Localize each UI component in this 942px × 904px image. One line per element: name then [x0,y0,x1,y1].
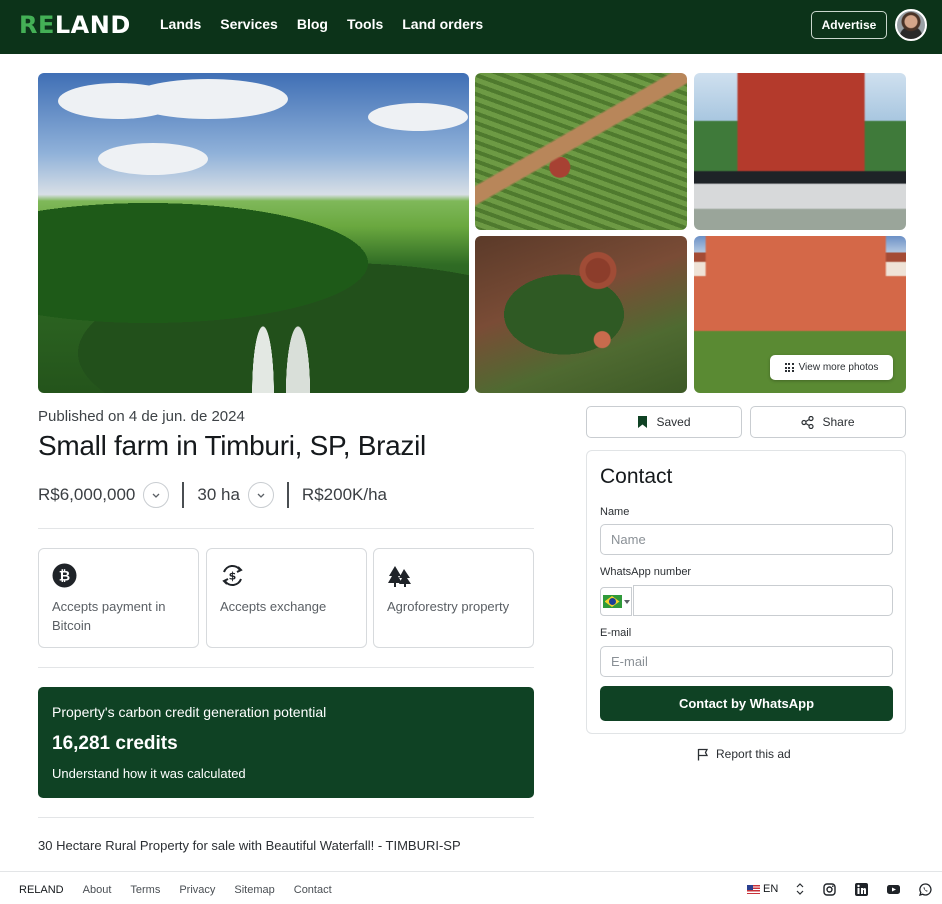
whatsapp-icon[interactable] [919,883,932,896]
contact-heading: Contact [600,465,673,488]
email-input[interactable]: E-mail [600,646,893,677]
svg-text:₿: ₿ [59,569,70,585]
main-nav: Lands Services Blog Tools Land orders [160,16,502,32]
carbon-credit-card: Property's carbon credit generation pote… [38,687,534,798]
whatsapp-label: WhatsApp number [600,566,692,578]
footer: RELAND About Terms Privacy Sitemap Conta… [0,871,942,904]
brazil-flag-icon [602,595,622,608]
carbon-credits-value: 16,281 credits [52,733,178,754]
user-avatar[interactable] [895,9,927,41]
listing-stats: R$6,000,000 30 ha R$200K/ha [38,481,387,509]
bookmark-icon [638,416,648,428]
instagram-icon[interactable] [823,883,836,896]
nav-land-orders[interactable]: Land orders [402,16,483,32]
country-code-select[interactable] [600,587,632,616]
whatsapp-number-input[interactable] [633,585,893,616]
name-label: Name [600,506,630,518]
footer-privacy[interactable]: Privacy [179,884,215,896]
svg-text:$: $ [229,570,237,583]
email-label: E-mail [600,627,632,639]
footer-contact[interactable]: Contact [294,884,332,896]
feature-bitcoin: ₿ Accepts payment in Bitcoin [38,548,199,648]
youtube-icon[interactable] [887,883,900,896]
caret-down-icon [623,599,630,604]
area: 30 ha [197,485,240,504]
listing-title: Small farm in Timburi, SP, Brazil [38,430,426,461]
nav-services[interactable]: Services [220,16,278,32]
photo-aerial-farm[interactable] [475,73,687,230]
carbon-heading: Property's carbon credit generation pote… [52,704,327,720]
share-button[interactable]: Share [750,406,906,438]
feature-label: Accepts exchange [220,599,327,614]
advertise-button[interactable]: Advertise [811,11,887,39]
contact-form: Contact Name Name WhatsApp number E-mail… [586,450,906,734]
trees-icon [388,566,411,587]
flag-icon [697,748,709,760]
footer-terms[interactable]: Terms [130,884,160,896]
grid-icon [784,363,794,372]
saved-button[interactable]: Saved [586,406,742,438]
stat-divider [182,482,185,508]
photo-aerial-house[interactable] [475,236,687,393]
area-unit-toggle[interactable] [247,482,274,508]
divider [38,667,534,668]
stat-divider [286,482,289,508]
linkedin-icon[interactable] [855,883,868,896]
price-per-area: R$200K/ha [301,485,387,504]
contact-whatsapp-button[interactable]: Contact by WhatsApp [600,686,893,721]
carbon-calculation-link[interactable]: Understand how it was calculated [52,766,246,781]
divider [38,528,534,529]
price: R$6,000,000 [38,485,136,504]
view-more-photos-button[interactable]: View more photos [770,355,893,380]
nav-tools[interactable]: Tools [347,16,383,32]
share-icon [801,415,815,429]
us-flag-icon [747,884,760,894]
reland-logo[interactable]: RELAND [19,11,131,39]
nav-blog[interactable]: Blog [297,16,328,32]
feature-label: Accepts payment in Bitcoin [52,599,166,633]
footer-links: RELAND About Terms Privacy Sitemap Conta… [19,884,351,896]
language-selector[interactable]: EN [747,883,807,895]
main-photo-waterfall[interactable] [38,73,469,393]
footer-about[interactable]: About [83,884,112,896]
feature-label: Agroforestry property [387,599,510,614]
divider [38,817,534,818]
top-header: RELAND Lands Services Blog Tools Land or… [0,0,942,54]
listing-description: 30 Hectare Rural Property for sale with … [38,838,461,853]
price-currency-toggle[interactable] [143,482,170,508]
chevron-down-icon [257,493,265,498]
published-date: Published on 4 de jun. de 2024 [38,408,245,425]
chevron-updown-icon [796,883,804,895]
bitcoin-icon: ₿ [52,563,77,588]
photo-red-barn[interactable] [694,73,906,230]
footer-brand[interactable]: RELAND [19,884,64,896]
feature-agroforestry: Agroforestry property [373,548,534,648]
feature-exchange: $ Accepts exchange [206,548,367,648]
chevron-down-icon [152,493,160,498]
name-input[interactable]: Name [600,524,893,555]
report-ad-link[interactable]: Report this ad [697,747,791,761]
nav-lands[interactable]: Lands [160,16,201,32]
footer-sitemap[interactable]: Sitemap [234,884,274,896]
exchange-icon: $ [222,565,243,586]
